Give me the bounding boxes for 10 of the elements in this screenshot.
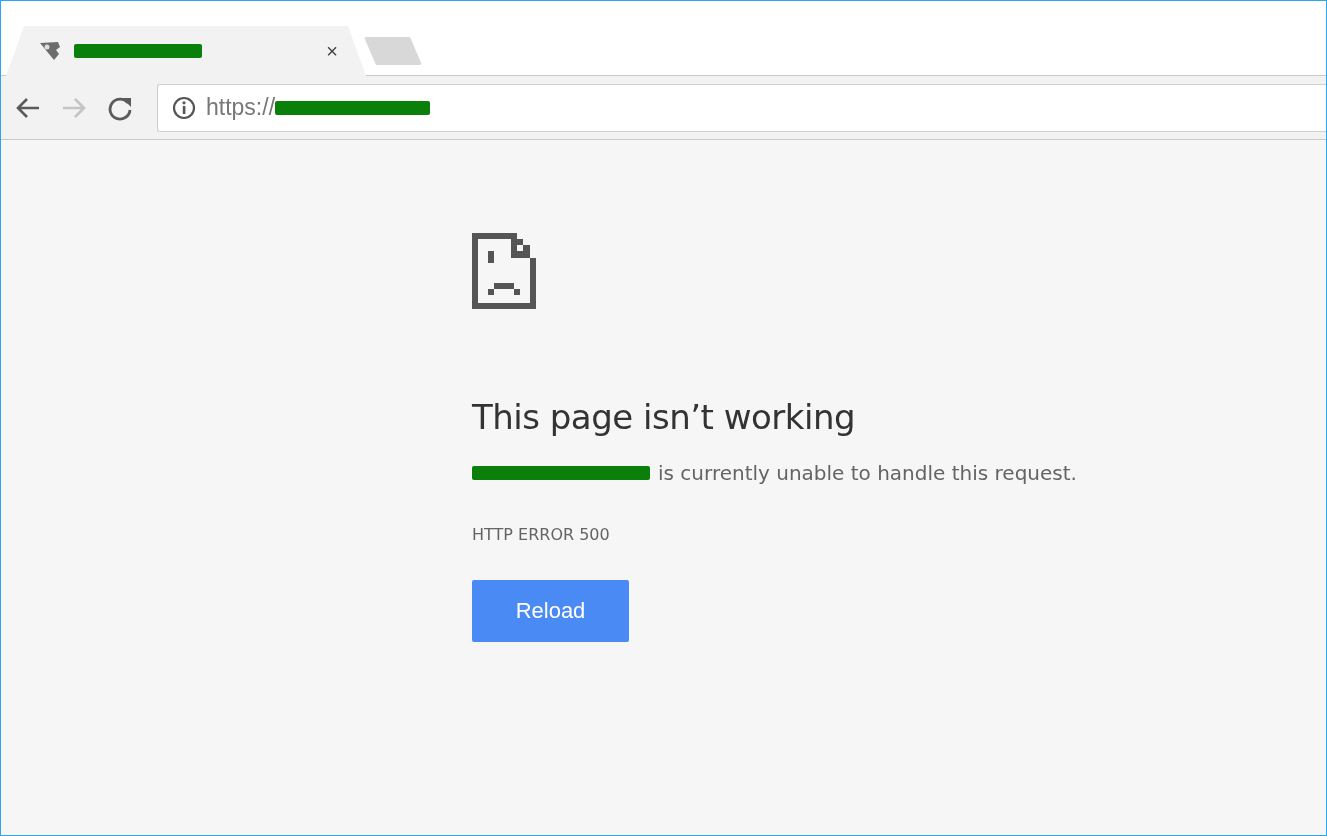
url-text: https://	[206, 94, 276, 121]
error-message: is currently unable to handle this request.	[658, 461, 1077, 485]
info-icon	[172, 95, 196, 120]
error-heading: This page isn’t working	[472, 397, 857, 437]
back-button[interactable]	[15, 95, 41, 120]
address-field[interactable]: https://	[157, 83, 1326, 132]
close-button[interactable]: ×	[326, 41, 338, 61]
sad-page-icon	[472, 233, 536, 309]
error-code: HTTP ERROR 500	[472, 525, 611, 544]
browser-tab[interactable]: ×	[6, 26, 366, 76]
